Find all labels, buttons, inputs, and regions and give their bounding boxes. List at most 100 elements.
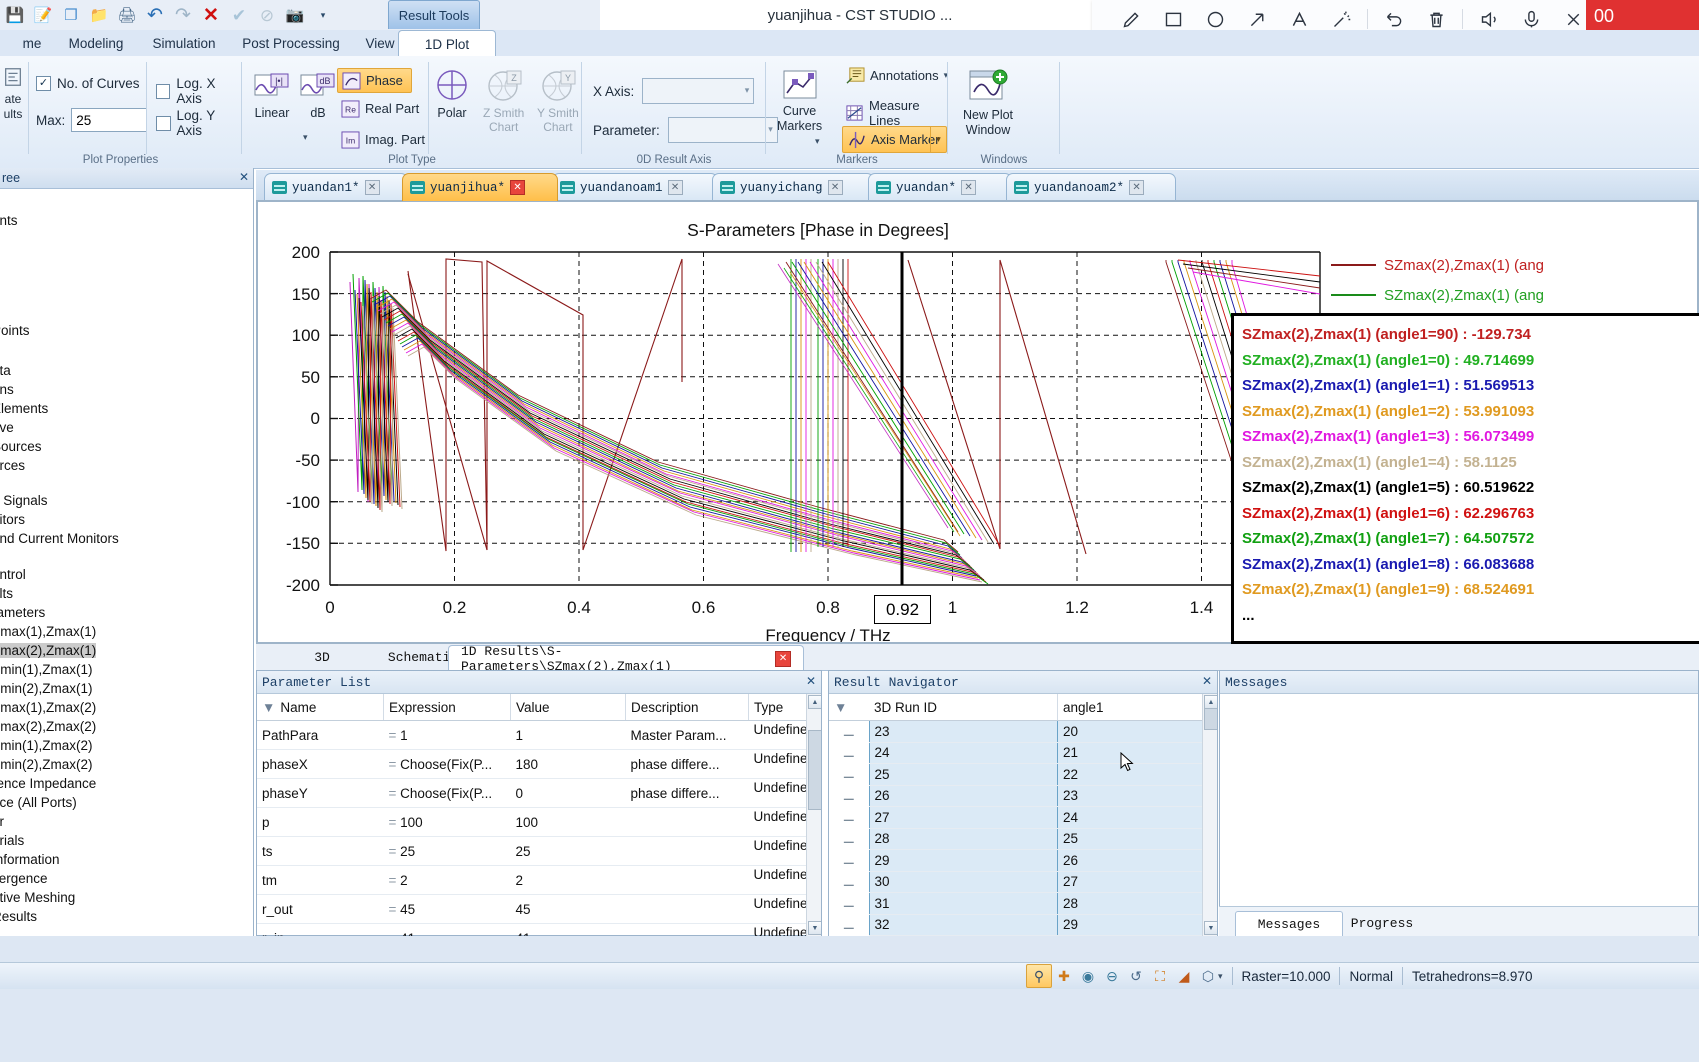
close-icon[interactable]: ✕	[510, 180, 526, 195]
z-smith-chart-button[interactable]: Z Z Smith Chart	[483, 70, 524, 134]
tree-item-25[interactable]: er	[0, 814, 4, 829]
rotate-tool-icon[interactable]: ↺	[1124, 965, 1148, 987]
rotate-view-icon[interactable]: ◉	[1076, 965, 1100, 987]
tree-item-13[interactable]: ults	[0, 586, 13, 601]
ribbon-tab-1d-plot[interactable]: 1D Plot	[398, 30, 496, 58]
log-y-axis-checkbox[interactable]: Log. Y Axis	[156, 108, 241, 138]
scroll-up-icon[interactable]: ▲	[1204, 695, 1217, 709]
close-icon[interactable]: ✕	[1202, 674, 1212, 689]
scroll-down-icon[interactable]: ▼	[808, 921, 821, 935]
doc-tab-yuandanoam1[interactable]: yuandanoam1 ✕	[552, 173, 718, 201]
tree-item-10[interactable]: nitors	[0, 512, 25, 527]
more-icon[interactable]: ▾	[312, 4, 334, 26]
tree-item-14[interactable]: rameters	[0, 605, 45, 620]
table-row[interactable]: PathPara= 11Master Param...Undefined▼	[257, 720, 821, 750]
cell-expression[interactable]: = 41	[383, 923, 511, 936]
pin-icon[interactable]: ⚊	[829, 871, 869, 893]
pin-icon[interactable]: ⚊	[829, 785, 869, 807]
col-expression[interactable]: Expression	[383, 694, 511, 721]
close-icon[interactable]: ✕	[667, 180, 683, 195]
doc-tab-yuanyichang[interactable]: yuanyichang ✕	[712, 173, 874, 201]
table-row[interactable]: phaseX = Choose(Fix(P... 180 phase differe.…	[257, 749, 821, 779]
check-icon[interactable]: ✔	[228, 4, 250, 26]
tree-item-szmax2-zmax1[interactable]: Zmax(2),Zmax(1)	[0, 643, 97, 658]
max-curves-input[interactable]: 25	[71, 108, 148, 132]
legend-item-0[interactable]: SZmax(2),Zmax(1) (ang	[1331, 250, 1699, 280]
fit-view-icon[interactable]: ⛶	[1148, 965, 1172, 987]
view-cube-icon[interactable]: ⬡	[1196, 965, 1220, 987]
pin-icon[interactable]: ⚊	[829, 849, 869, 871]
tree-item-impedance-all-ports[interactable]: nce (All Ports)	[0, 795, 77, 810]
table-row[interactable]: ⚊ 28 25	[829, 827, 1203, 850]
redo-icon[interactable]: ↷	[172, 4, 194, 26]
filter-icon[interactable]: ▼	[834, 700, 847, 715]
undo-icon[interactable]: ↶	[144, 4, 166, 26]
messages-content[interactable]	[1220, 694, 1698, 908]
axis-marker-button[interactable]: Axis Marker ▾	[842, 126, 947, 153]
doc-tab-yuandan[interactable]: yuandan* ✕	[868, 173, 1012, 201]
table-row[interactable]: ⚊ 27 24	[829, 806, 1203, 829]
col-name[interactable]: ▼ Name	[257, 694, 384, 721]
cancel-icon[interactable]: ⊘	[256, 4, 278, 26]
tree-item-szmin2-zmax2[interactable]: Zmin(2),Zmax(2)	[0, 757, 93, 772]
pin-icon[interactable]: ⚊	[829, 720, 869, 742]
close-icon[interactable]: ✕	[806, 674, 816, 689]
filter-icon[interactable]: ▼	[262, 700, 275, 715]
view-tab-3d[interactable]: 3D	[280, 645, 364, 670]
tree-item-adaptive-meshing[interactable]: otive Meshing	[0, 890, 75, 905]
parameter-list-scrollbar[interactable]: ▲ ▼	[806, 694, 821, 936]
tree-item-results[interactable]: Results	[0, 909, 37, 924]
measure-lines-button[interactable]: Measure Lines	[845, 98, 947, 128]
save-icon[interactable]: 💾	[4, 4, 26, 26]
col-3d-run-id[interactable]: 3D Run ID	[869, 694, 1058, 721]
polar-button[interactable]: Polar	[433, 70, 471, 120]
print-icon[interactable]: 🖨	[116, 4, 138, 26]
tree-item-9[interactable]: n Signals	[0, 493, 48, 508]
annotations-button[interactable]: Annotations ▾	[845, 66, 948, 85]
contextual-tab-result-tools[interactable]: Result Tools	[388, 0, 480, 29]
tree-item-szmin1-zmax1[interactable]: Zmin(1),Zmax(1)	[0, 662, 93, 677]
view-tab-1d-results[interactable]: 1D Results\S-Parameters\SZmax(2),Zmax(1)…	[448, 644, 804, 674]
table-row[interactable]: ts= 2525Undefined▼	[257, 836, 821, 866]
col-filter[interactable]: ▼	[829, 694, 869, 721]
tree-item-3[interactable]: ata	[0, 363, 11, 378]
table-row[interactable]: ⚊ 31 28	[829, 892, 1203, 915]
zoom-tool-icon[interactable]: ⚲	[1026, 964, 1052, 988]
cell-expression[interactable]: = 1	[383, 720, 511, 750]
tree-item-2[interactable]: Points	[0, 323, 30, 338]
table-row[interactable]: ⚊ 23 20	[829, 720, 1203, 743]
linear-plot-button[interactable]: |•| Linear	[253, 70, 291, 120]
tree-item-szmax1-zmax1[interactable]: Zmax(1),Zmax(1)	[0, 624, 96, 639]
tree-item-11[interactable]: and Current Monitors	[0, 531, 119, 546]
copy-icon[interactable]: ❐	[60, 4, 82, 26]
close-icon[interactable]: ✕	[364, 180, 380, 195]
phase-button[interactable]: Phase	[337, 68, 412, 93]
tree-item-5[interactable]: Elements	[0, 401, 48, 416]
zoom-out-icon[interactable]: ⊖	[1100, 965, 1124, 987]
result-navigator-scrollbar[interactable]: ▲ ▼	[1202, 694, 1217, 936]
cell-expression[interactable]: = 45	[383, 894, 511, 924]
tree-item-materials[interactable]: erials	[0, 833, 24, 848]
pin-icon[interactable]: ⚊	[829, 763, 869, 785]
close-icon[interactable]: ✕	[1129, 180, 1145, 195]
cell-expression[interactable]: = 100	[383, 807, 511, 837]
tree-item-7[interactable]: Sources	[0, 439, 42, 454]
table-row[interactable]: phaseY = Choose(Fix(P... 0 phase differe...…	[257, 778, 821, 808]
y-smith-chart-button[interactable]: Y Y Smith Chart	[537, 70, 579, 134]
tab-messages[interactable]: Messages	[1235, 911, 1343, 937]
pin-icon[interactable]: ⚊	[829, 892, 869, 914]
plot-canvas[interactable]: S-Parameters [Phase in Degrees] 200 150 …	[256, 200, 1699, 644]
pin-icon[interactable]: ⚊	[829, 828, 869, 850]
tree-item-szmax2-zmax2[interactable]: Zmax(2),Zmax(2)	[0, 719, 96, 734]
tree-item-convergence[interactable]: vergence	[0, 871, 48, 886]
db-plot-button[interactable]: dB dB	[299, 70, 337, 120]
tab-progress[interactable]: Progress	[1329, 911, 1435, 935]
curve-markers-button[interactable]: Curve Markers	[777, 68, 822, 134]
tree-item-4[interactable]: ons	[0, 382, 14, 397]
scroll-down-icon[interactable]: ▼	[1204, 921, 1217, 935]
tree-item-12[interactable]: ontrol	[0, 567, 26, 582]
table-row[interactable]: r_out= 4545Undefined▼	[257, 894, 821, 924]
scroll-thumb[interactable]	[1204, 708, 1217, 730]
delete-icon[interactable]: ✕	[200, 4, 222, 26]
log-x-axis-checkbox[interactable]: Log. X Axis	[156, 76, 241, 106]
